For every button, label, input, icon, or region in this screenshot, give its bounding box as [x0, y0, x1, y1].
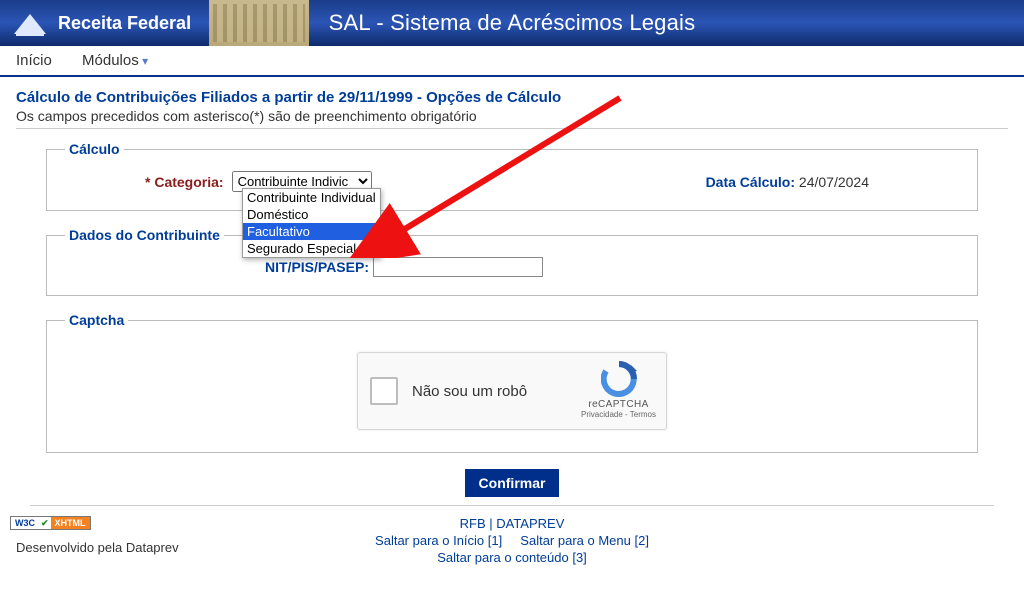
fieldset-contribuinte: Dados do Contribuinte NIT/PIS/PASEP:: [46, 227, 978, 296]
legend-captcha: Captcha: [65, 312, 128, 328]
menu-modulos[interactable]: Módulos: [82, 52, 148, 69]
required-note: Os campos precedidos com asterisco(*) sã…: [16, 108, 1008, 129]
fieldset-calculo: Cálculo * Categoria: Contribuinte Indivi…: [46, 141, 978, 211]
label-categoria: * Categoria:: [65, 174, 224, 190]
footer-developer: Desenvolvido pela Dataprev: [16, 540, 179, 555]
legend-calculo: Cálculo: [65, 141, 124, 157]
footer-link-dataprev[interactable]: DATAPREV: [496, 516, 564, 531]
system-title: SAL - Sistema de Acréscimos Legais: [329, 10, 696, 36]
categoria-option-0[interactable]: Contribuinte Individual: [243, 189, 380, 206]
label-nit: NIT/PIS/PASEP:: [265, 259, 369, 275]
legend-contribuinte: Dados do Contribuinte: [65, 227, 224, 243]
org-name: Receita Federal: [58, 13, 191, 34]
footer-links-top: RFB | DATAPREV: [16, 516, 1008, 531]
header-logo-area: Receita Federal: [10, 0, 309, 46]
recaptcha-logo-icon: [601, 361, 637, 397]
recaptcha-label: Não sou um robô: [412, 383, 527, 400]
fieldset-captcha: Captcha Não sou um robô reCAPTCHA Privac…: [46, 312, 978, 453]
footer-link-rfb[interactable]: RFB: [460, 516, 486, 531]
w3c-xhtml-badge[interactable]: W3C✔XHTML: [10, 516, 91, 530]
receita-federal-logo-icon: [10, 8, 50, 38]
building-image-icon: [209, 0, 309, 46]
skip-menu[interactable]: Saltar para o Menu [2]: [520, 533, 649, 548]
skip-inicio[interactable]: Saltar para o Início [1]: [375, 533, 502, 548]
menubar: Início Módulos: [0, 46, 1024, 77]
recaptcha-widget: Não sou um robô reCAPTCHA Privacidade - …: [357, 352, 667, 430]
data-calculo: Data Cálculo: 24/07/2024: [706, 174, 959, 190]
content: Cálculo de Contribuições Filiados a part…: [0, 77, 1024, 506]
categoria-dropdown-list: Contribuinte Individual Doméstico Facult…: [242, 188, 381, 258]
app-header: Receita Federal SAL - Sistema de Acrésci…: [0, 0, 1024, 46]
skip-conteudo[interactable]: Saltar para o conteúdo [3]: [437, 550, 587, 565]
data-calculo-value: 24/07/2024: [799, 174, 869, 190]
footer: W3C✔XHTML RFB | DATAPREV Desenvolvido pe…: [0, 512, 1024, 581]
recaptcha-links[interactable]: Privacidade - Termos: [581, 410, 656, 419]
confirm-button[interactable]: Confirmar: [465, 469, 560, 497]
page-title: Cálculo de Contribuições Filiados a part…: [16, 89, 1008, 106]
data-calculo-label: Data Cálculo:: [706, 174, 795, 190]
categoria-option-2[interactable]: Facultativo: [243, 223, 380, 240]
recaptcha-branding: reCAPTCHA Privacidade - Termos: [581, 361, 656, 419]
menu-inicio[interactable]: Início: [16, 52, 52, 69]
recaptcha-brand: reCAPTCHA: [581, 399, 656, 410]
input-nit[interactable]: [373, 257, 543, 277]
categoria-option-1[interactable]: Doméstico: [243, 206, 380, 223]
recaptcha-checkbox[interactable]: [370, 377, 398, 405]
footer-divider: [30, 505, 994, 506]
categoria-option-3[interactable]: Segurado Especial: [243, 240, 380, 257]
